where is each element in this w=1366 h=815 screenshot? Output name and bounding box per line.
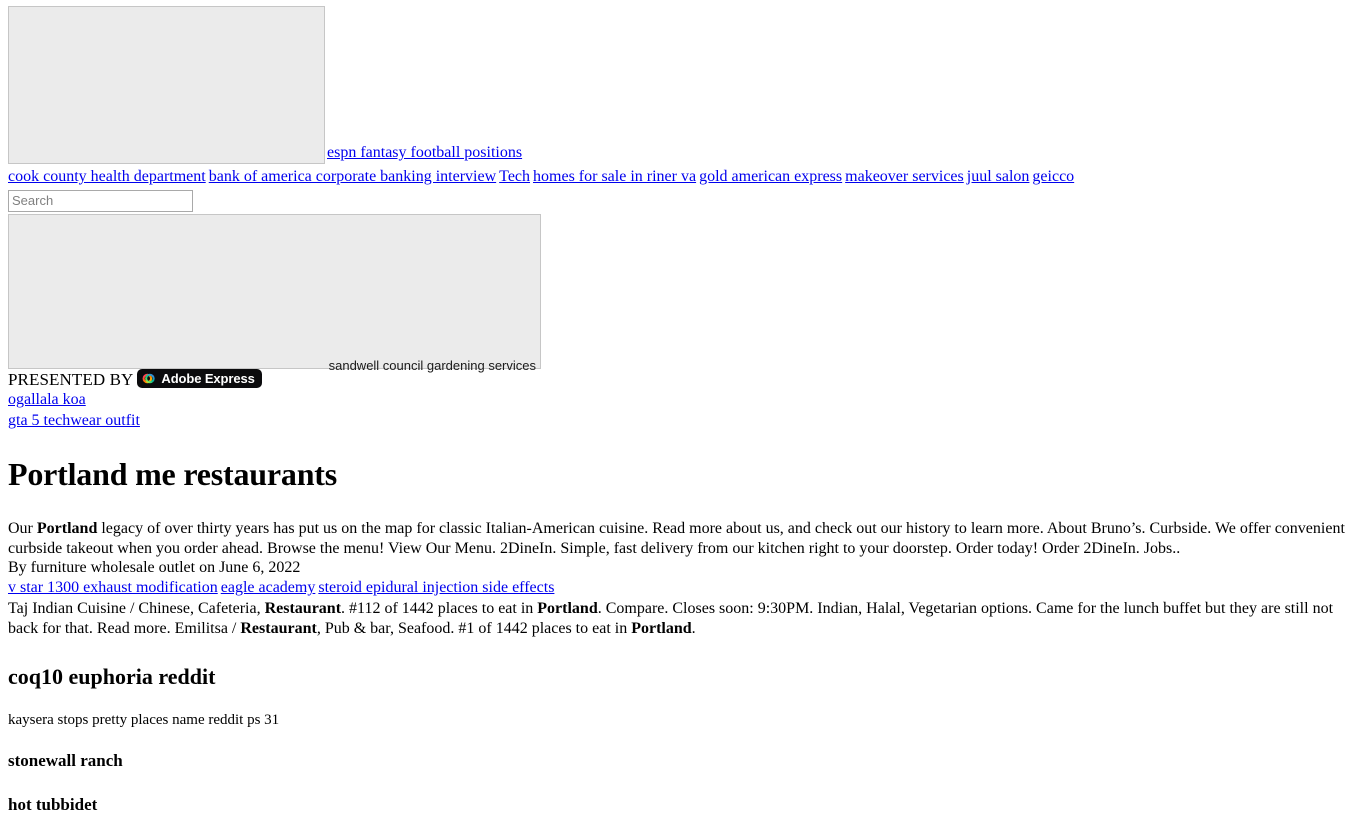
adobe-express-logo-icon xyxy=(141,371,157,387)
sub-heading-stonewall-ranch: stonewall ranch xyxy=(8,750,123,770)
nav-item-bank-of-america-corporate-banking-interview[interactable]: bank of america corporate banking interv… xyxy=(209,168,496,185)
secondary-image-placeholder: sandwell council gardening services xyxy=(8,213,541,372)
header-link-ogallala-koa[interactable]: ogallala koa xyxy=(8,391,86,408)
intro-text-1: Our xyxy=(8,520,37,538)
detail-bold-restaurant-1: Restaurant xyxy=(264,600,342,618)
tag-link-v-star-1300-exhaust-modification[interactable]: v star 1300 exhaust modification xyxy=(8,579,218,596)
search-input[interactable] xyxy=(8,189,193,212)
article-intro-paragraph: Our Portland legacy of over thirty years… xyxy=(8,519,1358,558)
article-byline: By furniture wholesale outlet on June 6,… xyxy=(8,559,301,577)
detail-bold-portland-1: Portland xyxy=(537,600,598,618)
sub-heading-partially-visible: hot tubbidet xyxy=(8,795,98,815)
page-title: Portland me restaurants xyxy=(8,456,337,493)
section-heading-coq10-euphoria-reddit: coq10 euphoria reddit xyxy=(8,664,216,690)
detail-text-5: . xyxy=(691,619,696,637)
header-link-gta-5-techwear-outfit[interactable]: gta 5 techwear outfit xyxy=(8,412,140,429)
hero-row: espn fantasy football positions xyxy=(8,6,1358,164)
header-link-ogallala-koa-row: ogallala koa xyxy=(8,391,1358,410)
presented-by-label: PRESENTED BY xyxy=(8,369,134,389)
detail-text-2: . #112 of 1442 places to eat in xyxy=(341,600,538,618)
tag-link-eagle-academy[interactable]: eagle academy xyxy=(221,579,316,596)
nav-item-cook-county-health-department[interactable]: cook county health department xyxy=(8,168,206,185)
nav-item-homes-for-sale-in-riner-va[interactable]: homes for sale in riner va xyxy=(533,168,696,185)
adobe-express-wordmark: Adobe Express xyxy=(161,370,255,386)
nav-item-gold-american-express[interactable]: gold american express xyxy=(699,168,842,185)
header-link-gta5-row: gta 5 techwear outfit xyxy=(8,412,1358,431)
hero-caption-link[interactable]: espn fantasy football positions xyxy=(327,144,522,161)
detail-text-1: Taj Indian Cuisine / Chinese, Cafeteria, xyxy=(8,600,265,618)
presented-by-row: PRESENTED BY Adobe Express xyxy=(8,369,1358,390)
nav-item-juul-salon[interactable]: juul salon xyxy=(967,168,1030,185)
nav-item-makeover-services[interactable]: makeover services xyxy=(845,168,964,185)
nav-links: cook county health department bank of ame… xyxy=(8,168,1358,187)
adobe-express-badge[interactable]: Adobe Express xyxy=(137,369,262,389)
intro-bold-portland: Portland xyxy=(36,520,98,538)
page-root: espn fantasy football positions cook cou… xyxy=(0,0,1366,815)
detail-bold-restaurant-2: Restaurant xyxy=(240,619,317,637)
detail-text-4: , Pub & bar, Seafood. #1 of 1442 places … xyxy=(316,619,632,637)
nav-item-tech[interactable]: Tech xyxy=(499,168,530,185)
search-row xyxy=(8,189,1358,212)
detail-bold-portland-2: Portland xyxy=(631,619,692,637)
nav-item-geicco[interactable]: geicco xyxy=(1032,168,1074,185)
secondary-image-row: sandwell council gardening services xyxy=(8,213,1358,372)
tag-link-steroid-epidural-injection-side-effects[interactable]: steroid epidural injection side effects xyxy=(318,579,554,596)
intro-text-2: legacy of over thirty years has put us o… xyxy=(8,520,1345,557)
article-detail-paragraph: Taj Indian Cuisine / Chinese, Cafeteria,… xyxy=(8,599,1358,638)
hero-image-placeholder xyxy=(8,6,325,164)
section-copy-coq10-euphoria-reddit: kaysera stops pretty places name reddit … xyxy=(8,711,280,728)
article-tag-links: v star 1300 exhaust modification eagle ac… xyxy=(8,579,1358,598)
